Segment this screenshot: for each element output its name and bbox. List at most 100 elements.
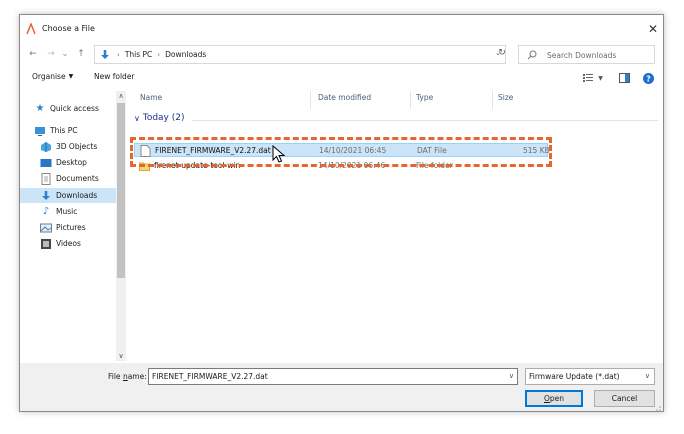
column-divider[interactable] [492, 91, 493, 109]
sidebar-item-downloads[interactable]: Downloads [20, 188, 116, 203]
svg-text:?: ? [646, 74, 651, 83]
file-type: DAT File [417, 146, 447, 155]
sidebar-item-label: Music [56, 207, 78, 216]
cancel-label: Cancel [611, 394, 638, 403]
file-name-label: File name: [108, 372, 147, 381]
organise-button[interactable]: Organise ▼ [32, 72, 73, 81]
search-input[interactable]: Search Downloads [518, 45, 655, 64]
file-type-value: Firmware Update (*.dat) [529, 372, 620, 381]
desktop-icon [40, 158, 52, 167]
open-label: pen [549, 394, 565, 403]
sidebar-item-label: Videos [56, 239, 81, 248]
breadcrumb: › This PC › Downloads [117, 50, 206, 59]
column-header-name[interactable]: Name [140, 93, 162, 102]
file-type: File folder [416, 161, 453, 170]
file-date: 14/10/2021 06:45 [319, 146, 387, 155]
refresh-icon: ↻ [498, 48, 506, 58]
file-name-value: FIRENET_FIRMWARE_V2.27.dat [152, 372, 268, 381]
arrow-up-icon: ↑ [77, 49, 85, 59]
file-date: 14/10/2021 06:46 [318, 161, 386, 170]
back-button[interactable]: ← [26, 47, 40, 61]
new-folder-button[interactable]: New folder [94, 72, 135, 81]
folder-icon [139, 162, 150, 171]
sidebar-scrollbar[interactable]: ∧ ∨ [116, 91, 126, 361]
forward-button[interactable]: → [44, 47, 58, 61]
computer-icon [35, 126, 45, 136]
column-header-date[interactable]: Date modified [318, 93, 371, 102]
column-header-type[interactable]: Type [416, 93, 433, 102]
music-icon: ♪ [42, 206, 50, 217]
file-name-label-part: File [108, 372, 123, 381]
caret-down-icon: ▼ [68, 73, 74, 80]
sidebar-item-label: Documents [56, 174, 99, 183]
download-icon [101, 50, 109, 59]
group-header-today[interactable]: ∨ Today (2) [134, 113, 185, 123]
search-icon [527, 50, 537, 60]
file-name: FIRENET_FIRMWARE_V2.27.dat [155, 146, 271, 155]
file-icon [140, 145, 151, 157]
picture-icon [40, 223, 52, 232]
arrow-right-icon: → [47, 49, 55, 59]
close-button[interactable]: ✕ [643, 19, 663, 39]
sidebar-item-label: 3D Objects [56, 142, 98, 151]
new-folder-label: New folder [94, 72, 135, 81]
preview-pane-icon [618, 73, 630, 83]
organise-label: Organise [32, 72, 66, 81]
sidebar-item-label: Desktop [56, 158, 87, 167]
arrow-left-icon: ← [29, 49, 37, 59]
breadcrumb-this-pc[interactable]: This PC [125, 50, 152, 59]
title-bar: Choose a File ✕ [20, 15, 663, 43]
mouse-cursor-icon [272, 145, 286, 163]
refresh-button[interactable]: ↻ [496, 47, 508, 59]
chevron-up-icon: ∧ [118, 92, 124, 100]
help-icon: ? [642, 72, 654, 84]
download-icon [42, 190, 50, 200]
view-options-button[interactable]: ▼ [582, 72, 604, 84]
column-header-size[interactable]: Size [498, 93, 513, 102]
recent-locations-button[interactable]: ⌄ [60, 47, 70, 61]
file-list: Name Date modified Type Size ∨ Today (2)… [130, 91, 660, 361]
caret-down-icon: ▼ [598, 74, 603, 82]
view-list-icon [583, 74, 594, 82]
chevron-down-icon[interactable]: ∨ [509, 372, 514, 380]
file-size: 515 KB [523, 146, 550, 155]
chevron-down-icon: ∨ [118, 352, 124, 360]
cube-icon [41, 141, 51, 152]
file-dialog: Choose a File ✕ ← → ⌄ ↑ › This PC › Down… [19, 14, 664, 412]
video-icon [41, 238, 51, 249]
close-icon: ✕ [647, 22, 659, 36]
navigation-bar: ← → ⌄ ↑ › This PC › Downloads ⌄ ↻ Search… [20, 43, 663, 65]
column-divider[interactable] [410, 91, 411, 109]
table-row[interactable]: FIRENET_FIRMWARE_V2.27.dat 14/10/2021 06… [134, 143, 550, 157]
cancel-button[interactable]: Cancel [594, 390, 655, 407]
sidebar-item-label: Downloads [56, 191, 98, 200]
scroll-down-button[interactable]: ∨ [117, 351, 125, 361]
column-divider[interactable] [310, 91, 311, 109]
file-type-select[interactable]: Firmware Update (*.dat) ∨ [525, 368, 655, 385]
file-name-field[interactable]: FIRENET_FIRMWARE_V2.27.dat ∨ [148, 368, 518, 385]
sidebar-item-label: Pictures [56, 223, 86, 232]
document-icon [41, 172, 51, 185]
resize-grip-icon[interactable] [653, 403, 661, 411]
group-divider [192, 120, 658, 121]
breadcrumb-separator: › [117, 50, 120, 59]
star-icon: ★ [35, 103, 45, 114]
file-name: firenet-update-tool-win [154, 161, 241, 170]
app-logo-icon [26, 23, 36, 35]
up-button[interactable]: ↑ [74, 47, 88, 61]
open-button[interactable]: Open [525, 390, 583, 407]
address-bar[interactable]: › This PC › Downloads ⌄ [94, 45, 506, 64]
chevron-down-icon: ⌄ [61, 49, 69, 59]
dialog-footer: File name: FIRENET_FIRMWARE_V2.27.dat ∨ … [20, 363, 663, 411]
search-placeholder: Search Downloads [547, 51, 617, 60]
preview-pane-button[interactable] [618, 72, 630, 84]
table-row[interactable]: firenet-update-tool-win 14/10/2021 06:46… [134, 159, 548, 173]
sidebar-item-label: Quick access [50, 104, 99, 113]
help-button[interactable]: ? [642, 72, 654, 84]
chevron-down-icon: ∨ [644, 372, 650, 380]
scrollbar-thumb[interactable] [117, 103, 125, 278]
group-label: Today (2) [142, 113, 185, 123]
scroll-up-button[interactable]: ∧ [117, 91, 125, 101]
chevron-down-icon: ∨ [134, 113, 140, 123]
breadcrumb-downloads[interactable]: Downloads [165, 50, 206, 59]
